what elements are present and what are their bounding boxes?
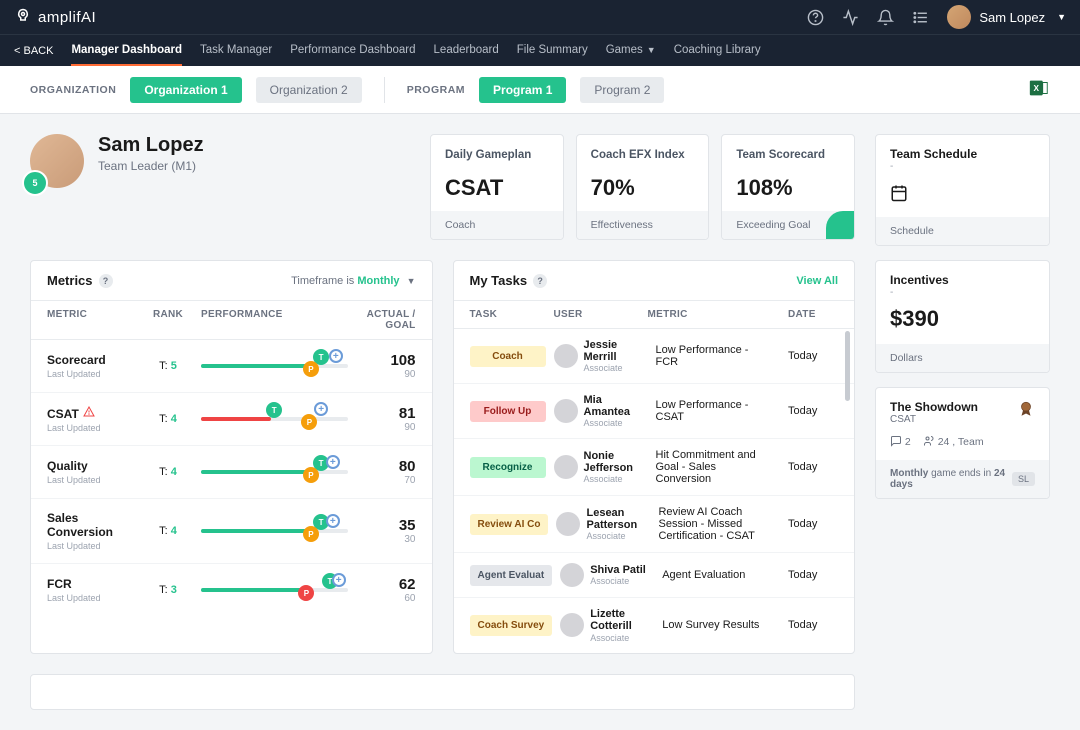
nav-coaching-library[interactable]: Coaching Library: [674, 35, 761, 66]
org-label: ORGANIZATION: [30, 84, 116, 96]
user-badge: SL: [1012, 472, 1035, 486]
svg-text:X: X: [1033, 84, 1039, 93]
view-all-link[interactable]: View All: [796, 275, 838, 287]
chevron-down-icon: ▼: [647, 45, 656, 55]
task-tag: Agent Evaluat: [470, 565, 553, 586]
list-icon[interactable]: [912, 9, 929, 26]
org-pill-1[interactable]: Organization 1: [130, 77, 241, 103]
kpi-card[interactable]: Coach EFX Index70%Effectiveness: [576, 134, 710, 240]
bell-icon[interactable]: [877, 9, 894, 26]
topbar: amplifAI Sam Lopez ▼: [0, 0, 1080, 34]
task-row[interactable]: Follow Up Mia AmanteaAssociate Low Perfo…: [454, 384, 855, 439]
avatar: [947, 5, 971, 29]
task-tag: Recognize: [470, 457, 546, 478]
scrollbar[interactable]: [845, 331, 850, 401]
user-menu[interactable]: Sam Lopez ▼: [947, 5, 1066, 29]
prog-pill-1[interactable]: Program 1: [479, 77, 566, 103]
task-row[interactable]: Review AI Co Lesean PattersonAssociate R…: [454, 496, 855, 553]
calendar-icon: [890, 184, 1035, 205]
nav-performance-dashboard[interactable]: Performance Dashboard: [290, 35, 415, 66]
nav-leaderboard[interactable]: Leaderboard: [434, 35, 499, 66]
export-excel-button[interactable]: X: [1028, 77, 1050, 102]
tasks-panel: My Tasks? View All TASK USER METRIC DATE…: [453, 260, 856, 654]
chevron-down-icon: ▼: [407, 276, 416, 286]
players-count: 24 , Team: [923, 435, 984, 448]
metric-row[interactable]: CSATLast Updated T: 4 T P + 8190: [31, 393, 432, 446]
metric-row[interactable]: QualityLast Updated T: 4 T P + 8070: [31, 446, 432, 499]
tasks-title: My Tasks: [470, 273, 528, 288]
task-row[interactable]: Coach Jessie MerrillAssociate Low Perfor…: [454, 329, 855, 384]
medal-icon: [1017, 400, 1035, 421]
task-row[interactable]: Coach Survey Lizette CotterillAssociate …: [454, 598, 855, 652]
schedule-card[interactable]: Team Schedule - Schedule: [875, 134, 1050, 246]
hero-role: Team Leader (M1): [98, 159, 204, 173]
metrics-title: Metrics: [47, 273, 93, 288]
activity-icon[interactable]: [842, 9, 859, 26]
avatar: [554, 455, 578, 479]
org-pill-2[interactable]: Organization 2: [256, 77, 362, 103]
timeframe-selector[interactable]: Timeframe is Monthly ▼: [291, 275, 415, 287]
hero: 5 Sam Lopez Team Leader (M1) Daily Gamep…: [30, 134, 855, 240]
avatar: [554, 399, 578, 423]
help-icon[interactable]: ?: [99, 274, 113, 288]
task-tag: Review AI Co: [470, 514, 549, 535]
kpi-card[interactable]: Daily GameplanCSATCoach: [430, 134, 564, 240]
metric-row[interactable]: FCRLast Updated T: 3 T P + 6260: [31, 564, 432, 616]
metric-row[interactable]: Sales ConversionLast Updated T: 4 T P + …: [31, 499, 432, 564]
navbar: < BACK Manager Dashboard Task Manager Pe…: [0, 34, 1080, 66]
performance-trend-panel: [30, 674, 855, 710]
task-row[interactable]: Recognize Nonie JeffersonAssociate Hit C…: [454, 439, 855, 496]
metrics-panel: Metrics? Timeframe is Monthly ▼ METRIC R…: [30, 260, 433, 654]
metric-row[interactable]: ScorecardLast Updated T: 5 T P + 10890: [31, 340, 432, 393]
hero-name: Sam Lopez: [98, 134, 204, 157]
hero-avatar: 5: [30, 134, 84, 188]
task-tag: Follow Up: [470, 401, 546, 422]
avatar: [560, 613, 584, 637]
brand-logo: amplifAI: [14, 8, 96, 26]
task-tag: Coach Survey: [470, 615, 553, 636]
rank-badge: 5: [22, 170, 48, 196]
warning-icon: [83, 406, 95, 418]
task-row[interactable]: Agent Evaluat Shiva PatilAssociate Agent…: [454, 553, 855, 598]
kpi-card[interactable]: Team Scorecard108%Exceeding Goal: [721, 134, 855, 240]
nav-file-summary[interactable]: File Summary: [517, 35, 588, 66]
nav-games[interactable]: Games▼: [606, 35, 656, 66]
help-icon[interactable]: ?: [533, 274, 547, 288]
prog-label: PROGRAM: [407, 84, 465, 96]
filter-bar: ORGANIZATION Organization 1 Organization…: [0, 66, 1080, 114]
help-icon[interactable]: [807, 9, 824, 26]
comments-count: 2: [890, 435, 911, 448]
avatar: [556, 512, 580, 536]
incentives-card[interactable]: Incentives - $390 Dollars: [875, 260, 1050, 373]
chevron-down-icon: ▼: [1057, 12, 1066, 22]
showdown-card[interactable]: The Showdown CSAT 2 24 , Team Monthly ga…: [875, 387, 1050, 499]
avatar: [560, 563, 584, 587]
nav-task-manager[interactable]: Task Manager: [200, 35, 272, 66]
task-tag: Coach: [470, 346, 546, 367]
prog-pill-2[interactable]: Program 2: [580, 77, 664, 103]
avatar: [554, 344, 578, 368]
back-link[interactable]: < BACK: [14, 45, 53, 57]
nav-manager-dashboard[interactable]: Manager Dashboard: [71, 35, 182, 66]
